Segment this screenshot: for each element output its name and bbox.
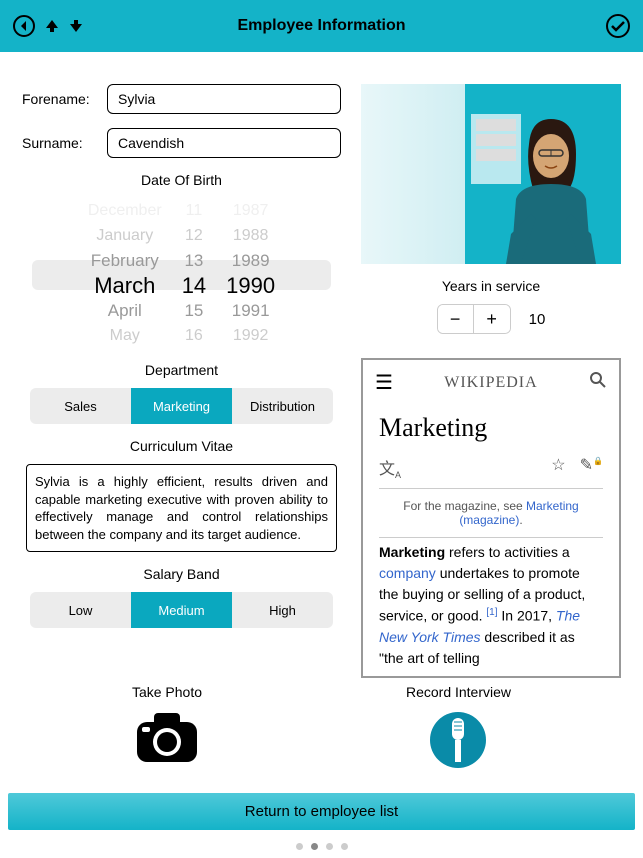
date-wheel-item[interactable]: April: [108, 298, 142, 323]
cv-textarea[interactable]: Sylvia is a highly efficient, results dr…: [26, 464, 337, 552]
record-interview-label: Record Interview: [406, 684, 511, 700]
stepper-minus-button[interactable]: −: [438, 305, 474, 333]
take-photo-label: Take Photo: [132, 684, 202, 700]
date-wheel-item[interactable]: March: [94, 273, 155, 298]
confirm-icon[interactable]: [605, 13, 631, 39]
date-wheel-item[interactable]: 1992: [233, 323, 269, 348]
department-label: Department: [22, 362, 341, 378]
date-wheel-item[interactable]: 1987: [233, 198, 269, 223]
menu-icon[interactable]: ☰: [375, 370, 393, 395]
wiki-ref[interactable]: [1]: [486, 607, 497, 618]
page-indicator: [296, 843, 348, 850]
date-wheel-item[interactable]: 15: [184, 298, 203, 323]
pager-dot[interactable]: [326, 843, 333, 850]
back-icon[interactable]: [12, 14, 36, 38]
salary-segmented: LowMediumHigh: [30, 592, 333, 628]
wiki-article-title: Marketing: [363, 405, 619, 455]
down-arrow-icon[interactable]: [68, 18, 84, 34]
cv-label: Curriculum Vitae: [22, 438, 341, 454]
wiki-link-company[interactable]: company: [379, 565, 436, 581]
salary-option-low[interactable]: Low: [30, 592, 131, 628]
forename-label: Forename:: [22, 91, 107, 107]
salary-option-high[interactable]: High: [232, 592, 333, 628]
years-value: 10: [529, 311, 546, 328]
pager-dot[interactable]: [341, 843, 348, 850]
forename-input[interactable]: [107, 84, 341, 114]
stepper-plus-button[interactable]: +: [474, 305, 510, 333]
header-bar: Employee Information: [0, 0, 643, 52]
salary-label: Salary Band: [22, 566, 341, 582]
department-segmented: SalesMarketingDistribution: [30, 388, 333, 424]
dept-option-distribution[interactable]: Distribution: [232, 388, 333, 424]
date-wheel-item[interactable]: February: [91, 248, 159, 273]
years-stepper: − +: [437, 304, 511, 334]
wikipedia-panel: ☰ WIKIPEDIA Marketing 文A ☆ ✎🔒 For the ma…: [361, 358, 621, 678]
language-icon[interactable]: 文A: [379, 455, 401, 480]
pager-dot[interactable]: [296, 843, 303, 850]
wiki-body-text: Marketing refers to activities a company…: [363, 538, 619, 673]
date-wheel-item[interactable]: 1991: [232, 298, 270, 323]
date-wheel-item[interactable]: May: [110, 323, 140, 348]
surname-label: Surname:: [22, 135, 107, 151]
dept-option-sales[interactable]: Sales: [30, 388, 131, 424]
search-icon[interactable]: [589, 371, 607, 394]
date-wheel-item[interactable]: 14: [182, 273, 206, 298]
date-wheel-item[interactable]: 16: [185, 323, 203, 348]
page-title: Employee Information: [237, 17, 405, 35]
date-wheel-item[interactable]: 13: [184, 248, 203, 273]
return-button[interactable]: Return to employee list: [8, 793, 635, 830]
pager-dot[interactable]: [311, 843, 318, 850]
date-wheel-item[interactable]: January: [96, 223, 153, 248]
dept-option-marketing[interactable]: Marketing: [131, 388, 232, 424]
service-label: Years in service: [361, 278, 621, 294]
star-icon[interactable]: ☆: [551, 455, 565, 480]
date-wheel-item[interactable]: December: [88, 198, 162, 223]
date-wheel-item[interactable]: 12: [185, 223, 203, 248]
date-wheel-item[interactable]: 1990: [226, 273, 275, 298]
surname-input[interactable]: [107, 128, 341, 158]
date-wheel-item[interactable]: 11: [186, 198, 203, 223]
edit-lock-icon[interactable]: ✎🔒: [580, 455, 603, 480]
salary-option-medium[interactable]: Medium: [131, 592, 232, 628]
employee-photo: [361, 84, 621, 264]
up-arrow-icon[interactable]: [44, 18, 60, 34]
dob-label: Date Of Birth: [22, 172, 341, 188]
wiki-hatnote: For the magazine, see Marketing (magazin…: [363, 489, 619, 537]
microphone-icon[interactable]: [428, 757, 488, 774]
date-wheel-item[interactable]: 1988: [233, 223, 269, 248]
wikipedia-logo: WIKIPEDIA: [444, 374, 537, 392]
date-picker[interactable]: DecemberJanuaryFebruaryMarchAprilMay 1112…: [22, 198, 341, 348]
camera-icon[interactable]: [132, 752, 202, 769]
date-wheel-item[interactable]: 1989: [232, 248, 270, 273]
